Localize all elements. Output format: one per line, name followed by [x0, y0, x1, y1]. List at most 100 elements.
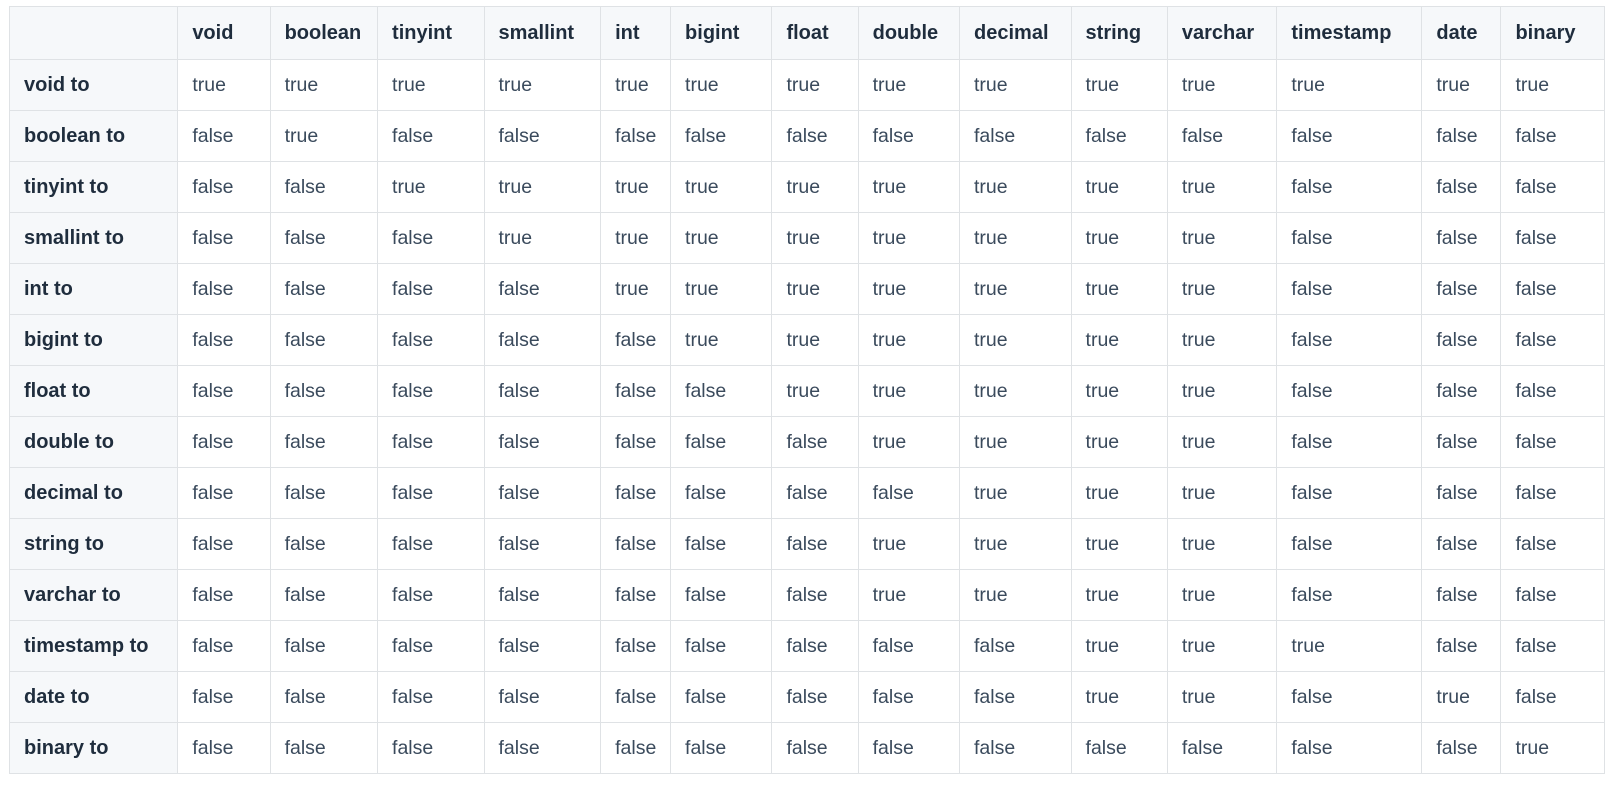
cell-string-to-date: false — [1421, 518, 1502, 570]
cell-varchar-to-double: true — [857, 569, 961, 621]
cell-tinyint-to-void: false — [177, 161, 271, 213]
cell-bigint-to-varchar: true — [1166, 314, 1278, 366]
row-header-double-to: double to — [8, 416, 179, 468]
cell-binary-to-boolean: false — [269, 722, 379, 774]
cell-bigint-to-boolean: false — [269, 314, 379, 366]
row-header-boolean-to: boolean to — [8, 110, 179, 162]
table-header: void boolean tinyint smallint int bigint float… — [8, 6, 1605, 60]
cell-varchar-to-float: false — [771, 569, 859, 621]
cell-boolean-to-tinyint: false — [377, 110, 485, 162]
cell-tinyint-to-timestamp: false — [1276, 161, 1423, 213]
cell-timestamp-to-timestamp: true — [1276, 620, 1423, 672]
cell-smallint-to-bigint: true — [670, 212, 773, 264]
column-header-boolean: boolean — [269, 6, 379, 60]
cell-string-to-timestamp: false — [1276, 518, 1423, 570]
cell-varchar-to-varchar: true — [1166, 569, 1278, 621]
cell-string-to-boolean: false — [269, 518, 379, 570]
cell-int-to-timestamp: false — [1276, 263, 1423, 315]
cell-void-to-double: true — [857, 59, 961, 111]
cell-varchar-to-string: true — [1070, 569, 1168, 621]
cell-void-to-date: true — [1421, 59, 1502, 111]
cell-smallint-to-timestamp: false — [1276, 212, 1423, 264]
table-row: decimal to false false false false false false… — [8, 467, 1605, 519]
cell-string-to-varchar: true — [1166, 518, 1278, 570]
table-row: boolean to false true false false false false f… — [8, 110, 1605, 162]
type-cast-compatibility-table: void boolean tinyint smallint int bigint float… — [8, 6, 1605, 774]
cell-double-to-date: false — [1421, 416, 1502, 468]
cell-bigint-to-void: false — [177, 314, 271, 366]
cell-float-to-decimal: true — [959, 365, 1072, 417]
cell-float-to-bigint: false — [670, 365, 773, 417]
cell-tinyint-to-date: false — [1421, 161, 1502, 213]
cell-string-to-binary: false — [1500, 518, 1605, 570]
cell-timestamp-to-float: false — [771, 620, 859, 672]
table-row: smallint to false false false true true true tr… — [8, 212, 1605, 264]
cell-bigint-to-tinyint: false — [377, 314, 485, 366]
cell-varchar-to-smallint: false — [483, 569, 602, 621]
table-row: tinyint to false false true true true true true… — [8, 161, 1605, 213]
cell-smallint-to-date: false — [1421, 212, 1502, 264]
cell-string-to-smallint: false — [483, 518, 602, 570]
cell-void-to-bigint: true — [670, 59, 773, 111]
cell-float-to-tinyint: false — [377, 365, 485, 417]
cell-smallint-to-string: true — [1070, 212, 1168, 264]
column-header-float: float — [771, 6, 859, 60]
table-row: void to true true true true true true true true t… — [8, 59, 1605, 111]
cell-bigint-to-float: true — [771, 314, 859, 366]
cell-void-to-int: true — [600, 59, 672, 111]
cell-string-to-double: true — [857, 518, 961, 570]
cell-date-to-timestamp: false — [1276, 671, 1423, 723]
cell-string-to-void: false — [177, 518, 271, 570]
cell-double-to-bigint: false — [670, 416, 773, 468]
table-row: timestamp to false false false false false fal… — [8, 620, 1605, 672]
cell-double-to-decimal: true — [959, 416, 1072, 468]
cell-double-to-double: true — [857, 416, 961, 468]
column-header-date: date — [1421, 6, 1502, 60]
table-body: void to true true true true true true true true t… — [8, 59, 1605, 774]
cell-boolean-to-varchar: false — [1166, 110, 1278, 162]
cell-varchar-to-tinyint: false — [377, 569, 485, 621]
cell-decimal-to-void: false — [177, 467, 271, 519]
cell-varchar-to-int: false — [600, 569, 672, 621]
cell-double-to-void: false — [177, 416, 271, 468]
cell-float-to-int: false — [600, 365, 672, 417]
cell-binary-to-timestamp: false — [1276, 722, 1423, 774]
cell-boolean-to-smallint: false — [483, 110, 602, 162]
cell-string-to-string: true — [1070, 518, 1168, 570]
cell-bigint-to-date: false — [1421, 314, 1502, 366]
cell-string-to-decimal: true — [959, 518, 1072, 570]
row-header-date-to: date to — [8, 671, 179, 723]
cell-timestamp-to-int: false — [600, 620, 672, 672]
cell-tinyint-to-tinyint: true — [377, 161, 485, 213]
cell-float-to-double: true — [857, 365, 961, 417]
table-row: bigint to false false false false false true tr… — [8, 314, 1605, 366]
cell-binary-to-string: false — [1070, 722, 1168, 774]
cell-date-to-bigint: false — [670, 671, 773, 723]
cell-float-to-date: false — [1421, 365, 1502, 417]
cell-timestamp-to-void: false — [177, 620, 271, 672]
cell-timestamp-to-boolean: false — [269, 620, 379, 672]
column-header-smallint: smallint — [483, 6, 602, 60]
cell-binary-to-date: false — [1421, 722, 1502, 774]
cell-decimal-to-double: false — [857, 467, 961, 519]
cell-decimal-to-smallint: false — [483, 467, 602, 519]
cell-void-to-decimal: true — [959, 59, 1072, 111]
cell-double-to-float: false — [771, 416, 859, 468]
cell-decimal-to-decimal: true — [959, 467, 1072, 519]
cell-float-to-timestamp: false — [1276, 365, 1423, 417]
cell-smallint-to-varchar: true — [1166, 212, 1278, 264]
cell-double-to-boolean: false — [269, 416, 379, 468]
row-header-void-to: void to — [8, 59, 179, 111]
cell-smallint-to-decimal: true — [959, 212, 1072, 264]
cell-double-to-binary: false — [1500, 416, 1605, 468]
column-header-double: double — [857, 6, 961, 60]
cell-void-to-string: true — [1070, 59, 1168, 111]
cell-smallint-to-int: true — [600, 212, 672, 264]
header-row: void boolean tinyint smallint int bigint float… — [8, 6, 1605, 60]
cell-int-to-double: true — [857, 263, 961, 315]
cell-date-to-int: false — [600, 671, 672, 723]
row-header-int-to: int to — [8, 263, 179, 315]
cell-void-to-varchar: true — [1166, 59, 1278, 111]
cell-void-to-smallint: true — [483, 59, 602, 111]
cell-bigint-to-string: true — [1070, 314, 1168, 366]
